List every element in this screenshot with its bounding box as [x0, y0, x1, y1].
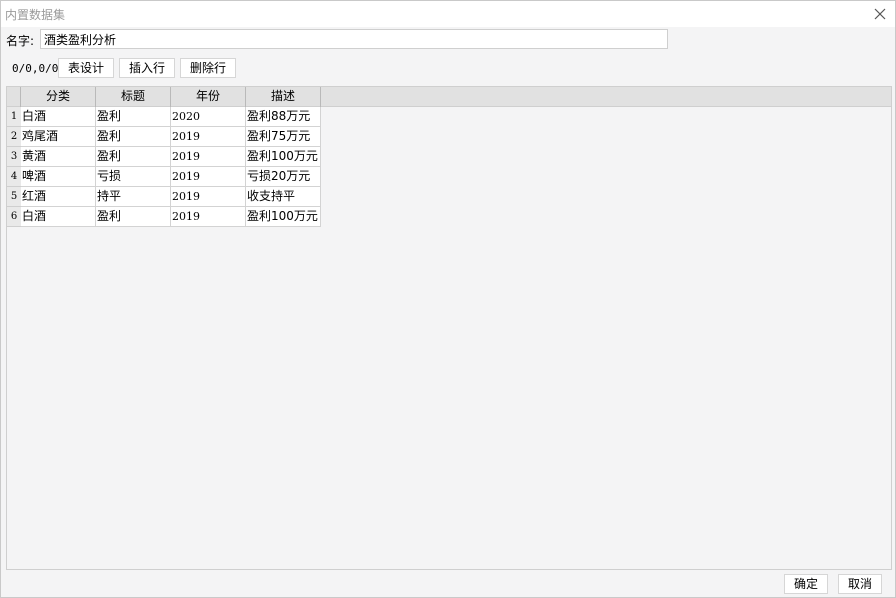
column-header[interactable]: 分类	[21, 87, 96, 107]
delete-row-button[interactable]: 删除行	[180, 58, 236, 78]
table-cell[interactable]: 亏损20万元	[246, 167, 321, 187]
cancel-button[interactable]: 取消	[838, 574, 882, 594]
row-number[interactable]: 3	[7, 147, 21, 167]
row-number[interactable]: 2	[7, 127, 21, 147]
row-number[interactable]: 5	[7, 187, 21, 207]
insert-row-button[interactable]: 插入行	[119, 58, 175, 78]
table-cell[interactable]: 啤酒	[21, 167, 96, 187]
data-grid[interactable]: 分类 标题 年份 描述 1 白酒 盈利 2020 盈利88万元 2 鸡尾酒 盈利…	[6, 86, 892, 570]
table-cell[interactable]: 2019	[171, 127, 246, 147]
row-number[interactable]: 4	[7, 167, 21, 187]
name-input[interactable]	[40, 29, 668, 49]
table-cell[interactable]: 盈利75万元	[246, 127, 321, 147]
table-cell[interactable]: 盈利100万元	[246, 147, 321, 167]
builtin-dataset-dialog: 内置数据集 名字: 0/0,0/0 表设计 插入行 删除行 分类 标题 年份 描…	[0, 0, 896, 598]
table-cell[interactable]: 鸡尾酒	[21, 127, 96, 147]
table-cell[interactable]: 盈利	[96, 127, 171, 147]
table-cell[interactable]: 盈利	[96, 107, 171, 127]
table-design-button[interactable]: 表设计	[58, 58, 114, 78]
table-cell[interactable]: 黄酒	[21, 147, 96, 167]
table-cell[interactable]: 盈利88万元	[246, 107, 321, 127]
grid-header: 分类 标题 年份 描述	[7, 87, 891, 107]
column-header[interactable]: 标题	[96, 87, 171, 107]
window-title: 内置数据集	[5, 8, 66, 22]
table-cell[interactable]: 亏损	[96, 167, 171, 187]
table-cell[interactable]: 2019	[171, 207, 246, 227]
table-cell[interactable]: 盈利	[96, 207, 171, 227]
confirm-button[interactable]: 确定	[784, 574, 828, 594]
table-cell[interactable]: 盈利	[96, 147, 171, 167]
corner-cell	[7, 87, 21, 107]
close-icon[interactable]	[871, 5, 889, 23]
table-cell[interactable]: 盈利100万元	[246, 207, 321, 227]
table-cell[interactable]: 2019	[171, 187, 246, 207]
table-cell[interactable]: 白酒	[21, 107, 96, 127]
row-number[interactable]: 1	[7, 107, 21, 127]
table-cell[interactable]: 2019	[171, 167, 246, 187]
table-cell[interactable]: 持平	[96, 187, 171, 207]
cursor-position: 0/0,0/0	[12, 62, 59, 75]
title-bar: 内置数据集	[1, 1, 895, 27]
column-header[interactable]: 年份	[171, 87, 246, 107]
row-number[interactable]: 6	[7, 207, 21, 227]
table-cell[interactable]: 2020	[171, 107, 246, 127]
table-cell[interactable]: 白酒	[21, 207, 96, 227]
table-cell[interactable]: 2019	[171, 147, 246, 167]
table-cell[interactable]: 红酒	[21, 187, 96, 207]
table-cell[interactable]: 收支持平	[246, 187, 321, 207]
column-header[interactable]: 描述	[246, 87, 321, 107]
name-label: 名字:	[6, 34, 35, 48]
